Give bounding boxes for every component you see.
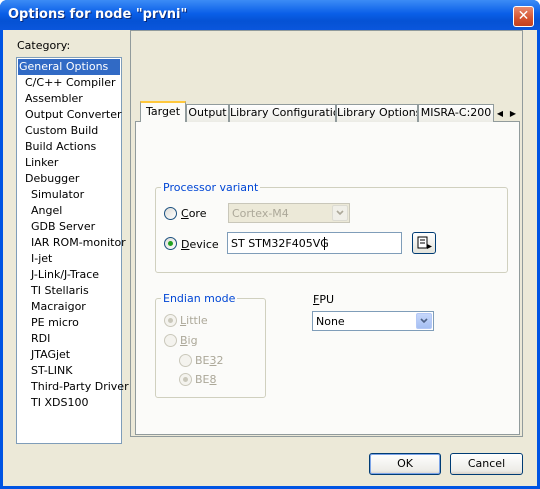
tab-scroll-arrows: ◀ ▶ (494, 106, 520, 121)
category-item[interactable]: Debugger (18, 171, 120, 187)
category-item[interactable]: Assembler (18, 91, 120, 107)
category-item[interactable]: General Options (18, 59, 120, 75)
category-item[interactable]: Output Converter (18, 107, 122, 123)
category-item[interactable]: Third-Party Driver (18, 379, 129, 395)
little-label: Little (180, 314, 208, 327)
tab-label: Output (188, 106, 227, 119)
device-label[interactable]: Device (181, 238, 219, 251)
core-select[interactable]: Cortex-M4 (228, 203, 350, 223)
tab-label: Target (145, 105, 181, 118)
be32-label-pre: BE (195, 354, 210, 367)
window-title: Options for node "prvni" (8, 7, 188, 22)
be32-radio[interactable] (179, 354, 192, 367)
big-label: Big (180, 334, 198, 347)
be32-label: BE32 (195, 354, 224, 367)
be8-label-accel: 8 (209, 373, 217, 386)
category-item[interactable]: PE micro (18, 315, 120, 331)
close-button[interactable]: ✕ (513, 6, 534, 27)
be8-label: BE8 (195, 373, 217, 386)
core-label-rest: ore (188, 207, 207, 220)
big-label-accel: B (180, 334, 188, 347)
tab-label: Library Configuration (230, 106, 336, 119)
category-item[interactable]: ST-LINK (18, 363, 120, 379)
device-field[interactable]: ST STM32F405VG (227, 232, 402, 254)
device-browse-button[interactable] (412, 232, 436, 254)
tab-scroll-left-icon[interactable]: ◀ (494, 106, 506, 121)
category-item[interactable]: TI Stellaris (18, 283, 120, 299)
be8-radio[interactable] (179, 373, 192, 386)
category-item[interactable]: Linker (18, 155, 120, 171)
category-item[interactable]: Simulator (18, 187, 120, 203)
category-item[interactable]: Custom Build (18, 123, 120, 139)
fpu-select-value: None (316, 315, 345, 328)
tab-scroll-right-icon[interactable]: ▶ (507, 106, 519, 121)
category-item[interactable]: JTAGjet (18, 347, 120, 363)
category-item[interactable]: J-Link/J-Trace (18, 267, 120, 283)
little-radio[interactable] (164, 314, 177, 327)
chevron-down-icon (332, 205, 348, 221)
category-item[interactable]: C/C++ Compiler (18, 75, 120, 91)
tab-target[interactable]: Target (140, 101, 186, 122)
text-caret (324, 237, 325, 250)
be32-label-rest: 2 (216, 354, 224, 367)
tab-library-configuration[interactable]: Library Configuration (229, 104, 336, 122)
device-list-icon (417, 236, 432, 249)
be32-label-accel: 3 (209, 354, 217, 367)
title-bar[interactable]: Options for node "prvni" ✕ (0, 0, 540, 30)
cancel-button[interactable]: Cancel (450, 453, 523, 475)
ok-button[interactable]: OK (369, 453, 441, 475)
category-item[interactable]: Macraigor (18, 299, 120, 315)
category-item[interactable]: TI XDS100 (18, 395, 120, 411)
core-radio[interactable] (164, 207, 177, 220)
category-item[interactable]: I-jet (18, 251, 120, 267)
device-field-value: ST STM32F405VG (231, 237, 329, 250)
category-item[interactable]: Angel (18, 203, 120, 219)
core-label-accel: C (181, 207, 189, 220)
close-icon: ✕ (517, 8, 530, 24)
category-item[interactable]: Build Actions (18, 139, 120, 155)
device-radio[interactable] (164, 237, 177, 250)
tab-output[interactable]: Output (186, 104, 229, 122)
category-label: Category: (17, 39, 71, 52)
tab-library-options[interactable]: Library Options (336, 104, 418, 122)
big-label-rest: ig (187, 334, 198, 347)
device-label-rest: evice (189, 238, 219, 251)
endian-mode-legend: Endian mode (161, 292, 238, 305)
core-select-value: Cortex-M4 (232, 207, 289, 220)
category-item[interactable]: GDB Server (18, 219, 120, 235)
tab-label: Library Options (337, 106, 418, 119)
be8-label-pre: BE (195, 373, 210, 386)
chevron-down-icon (416, 313, 432, 329)
big-radio[interactable] (164, 334, 177, 347)
fpu-select[interactable]: None (312, 311, 434, 331)
fpu-label: FPU (313, 293, 334, 306)
tab-misra-c[interactable]: MISRA-C:200 (418, 104, 494, 122)
processor-variant-group (155, 187, 508, 273)
little-label-rest: ittle (186, 314, 208, 327)
tab-label: MISRA-C:200 (420, 106, 492, 119)
processor-variant-legend: Processor variant (161, 181, 261, 194)
core-label[interactable]: Core (181, 207, 206, 220)
fpu-label-rest: PU (319, 293, 335, 306)
category-item[interactable]: IAR ROM-monitor (18, 235, 126, 251)
category-list[interactable]: General Options C/C++ Compiler Assembler… (16, 57, 129, 444)
category-item[interactable]: RDI (18, 331, 120, 347)
